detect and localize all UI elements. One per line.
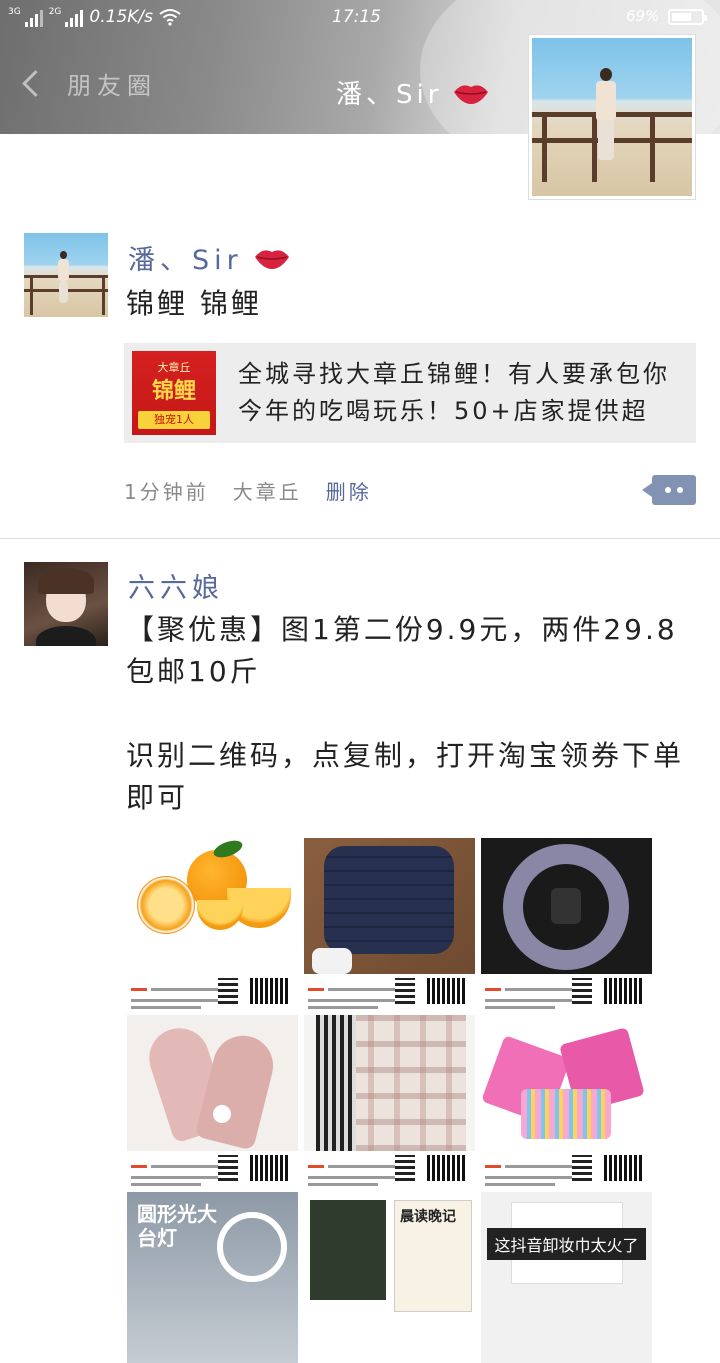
post-author-name: 潘、Sir	[128, 245, 243, 276]
grid-image-pink-gloves[interactable]	[127, 1015, 298, 1186]
profile-photo[interactable]	[528, 34, 696, 200]
post-author-name: 六六娘	[128, 573, 224, 604]
post-text-line: 即可	[126, 781, 189, 814]
battery-icon	[668, 9, 707, 25]
clock: 17:15	[332, 7, 381, 27]
profile-name: 潘、Sir	[336, 74, 490, 111]
post-meta: 1分钟前 大章丘 删除	[124, 476, 372, 505]
shared-link-card[interactable]: 大章丘 锦鲤 独宠1人 全城寻找大章丘锦鲤！有人要承包你今年的吃喝玩乐！50+店…	[124, 343, 696, 443]
delete-button[interactable]: 删除	[326, 476, 372, 505]
post-text-line: 【聚优惠】图1第二份9.9元，两件29.8	[126, 613, 678, 646]
beach-photo	[532, 38, 692, 196]
lips-icon	[454, 84, 489, 104]
grid-image-makeup-box[interactable]	[481, 1015, 652, 1186]
signal-icon: 2G	[49, 7, 84, 27]
post-divider	[0, 538, 720, 539]
grid-image-oranges[interactable]	[127, 838, 298, 1009]
post-time: 1分钟前	[124, 480, 209, 504]
wifi-icon	[159, 9, 181, 26]
profile-name-text: 潘、Sir	[336, 80, 443, 110]
grid-image-desk-lamp[interactable]: 圆形光大台灯	[127, 1192, 298, 1363]
grid-image-down-jacket[interactable]	[304, 838, 475, 1009]
link-title: 全城寻找大章丘锦鲤！有人要承包你今年的吃喝玩乐！50+店家提供超1…	[238, 360, 670, 425]
lips-icon	[254, 249, 289, 269]
grid-image-plaid-skirt[interactable]	[304, 1015, 475, 1186]
grid-image-steering-wheel-cover[interactable]	[481, 838, 652, 1009]
back-label: 朋友圈	[67, 72, 157, 100]
thumb-main-text: 锦鲤	[151, 379, 196, 404]
post-location[interactable]: 大章丘	[233, 476, 302, 505]
lamp-label: 圆形光大台灯	[137, 1202, 217, 1250]
banner-text: 这抖音卸妆巾太火了	[487, 1228, 646, 1260]
post-author[interactable]: 六六娘	[128, 566, 224, 605]
network-speed: 0.15K/s	[89, 7, 153, 27]
post-author[interactable]: 潘、Sir	[128, 238, 291, 277]
grid-image-makeup-remover[interactable]: 这抖音卸妆巾太火了	[481, 1192, 652, 1363]
back-chevron-icon	[22, 70, 49, 97]
more-actions-button[interactable]	[642, 475, 696, 505]
signal-icon: 3G	[8, 7, 43, 27]
link-thumbnail: 大章丘 锦鲤 独宠1人	[132, 351, 216, 435]
grid-image-book-set[interactable]: 晨读晚记	[304, 1192, 475, 1363]
battery-percent: 69%	[626, 7, 660, 25]
post-text: 锦鲤 锦鲤	[126, 287, 262, 320]
thumb-bottom-text: 独宠1人	[138, 411, 210, 429]
book-label: 晨读晚记	[400, 1209, 456, 1225]
avatar[interactable]	[24, 233, 108, 317]
post-text-line: 识别二维码，点复制，打开淘宝领券下单	[126, 739, 685, 772]
status-bar: 3G 2G 0.15K/s 17:15 69%	[0, 0, 720, 36]
post-text-line: 包邮10斤	[126, 655, 261, 688]
avatar[interactable]	[24, 562, 108, 646]
back-button[interactable]: 朋友圈	[22, 66, 157, 101]
